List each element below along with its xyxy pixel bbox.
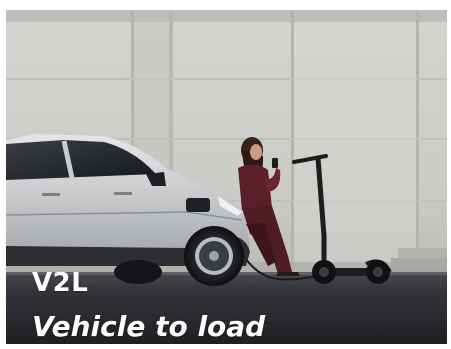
hero-photo-frame: V2L Vehicle to load (6, 10, 447, 344)
caption-subtitle: Vehicle to load (32, 310, 266, 343)
caption-code: V2L (32, 268, 89, 298)
